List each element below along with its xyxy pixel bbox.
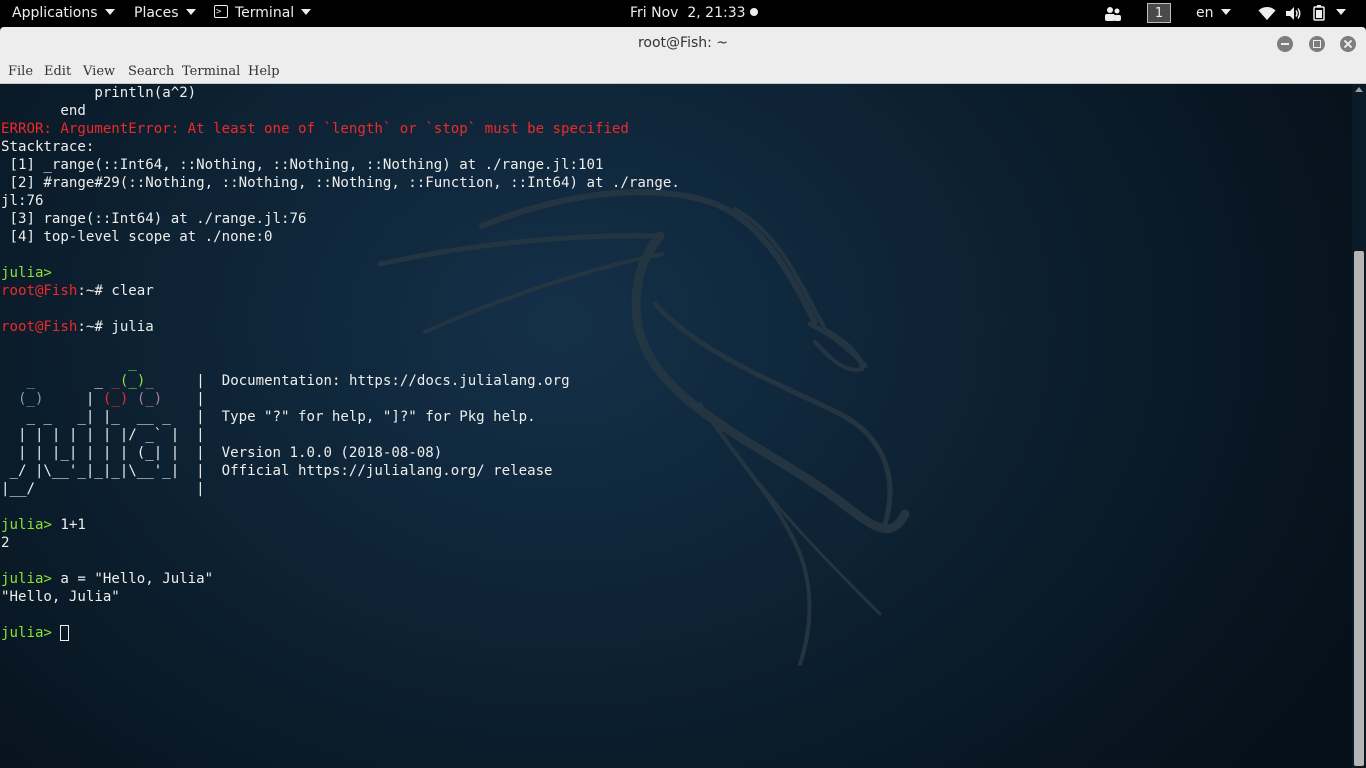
output-line: end [1, 103, 86, 119]
julia-input: 1+1 [51, 517, 86, 533]
applications-label: Applications [12, 5, 98, 21]
notification-dot-icon [749, 8, 758, 16]
top-panel: Applications Places Terminal Fri Nov 2, … [0, 0, 1366, 27]
terminal-area[interactable]: println(a^2) end ERROR: ArgumentError: At… [0, 84, 1352, 768]
scrollbar[interactable] [1352, 84, 1366, 768]
output-line: [4] top-level scope at ./none:0 [1, 229, 273, 245]
menu-search[interactable]: Search [128, 60, 174, 83]
shell-prompt-rest: :~# [77, 319, 112, 335]
output-line: println(a^2) [1, 85, 197, 101]
battery-power-icon[interactable] [1312, 4, 1330, 22]
banner-release: Official https://julialang.org/ release [221, 463, 553, 479]
volume-icon[interactable] [1285, 6, 1303, 21]
julia-output: "Hello, Julia" [1, 589, 120, 605]
titlebar[interactable]: root@Fish: ~ [0, 27, 1366, 60]
places-label: Places [134, 5, 179, 21]
julia-input: a = "Hello, Julia" [51, 571, 214, 587]
terminal-window: root@Fish: ~ File Edit View Search Termi… [0, 27, 1366, 768]
places-menu[interactable]: Places [134, 0, 196, 27]
error-line: ERROR: ArgumentError: At least one of `l… [1, 121, 629, 137]
clock[interactable]: Fri Nov 2, 21:33 [630, 0, 758, 27]
shell-prompt-user: root@Fish [1, 283, 78, 299]
menu-view[interactable]: View [83, 60, 115, 83]
terminal-app-menu[interactable]: Terminal [214, 0, 312, 27]
chevron-down-icon [1220, 9, 1231, 15]
menubar: File Edit View Search Terminal Help [0, 60, 1366, 84]
close-button[interactable] [1340, 36, 1356, 52]
shell-command: julia [111, 319, 154, 335]
julia-logo-ascii: _ [128, 355, 137, 371]
clock-label: Fri Nov 2, 21:33 [630, 5, 746, 21]
maximize-button[interactable] [1309, 36, 1325, 52]
menu-file[interactable]: File [8, 60, 33, 83]
julia-prompt: julia> [1, 265, 52, 281]
output-line: jl:76 [1, 193, 44, 209]
text-cursor [60, 625, 70, 641]
julia-output: 2 [1, 535, 10, 551]
shell-command: clear [111, 283, 154, 299]
julia-prompt: julia> [1, 571, 52, 587]
terminal-icon [214, 0, 228, 26]
menu-help[interactable]: Help [248, 60, 280, 83]
language-selector[interactable]: en [1196, 0, 1231, 27]
minimize-button[interactable] [1277, 36, 1293, 52]
wifi-icon[interactable] [1258, 6, 1276, 21]
shell-prompt-user: root@Fish [1, 319, 78, 335]
banner-doc: Documentation: https://docs.julialang.or… [221, 373, 570, 389]
scrollbar-thumb[interactable] [1354, 251, 1364, 766]
output-line: [3] range(::Int64) at ./range.jl:76 [1, 211, 307, 227]
scroll-up-arrow-icon[interactable] [1355, 87, 1363, 92]
language-label: en [1196, 5, 1214, 21]
banner-version: Version 1.0.0 (2018-08-08) [221, 445, 443, 461]
applications-menu[interactable]: Applications [12, 0, 115, 27]
banner-help: Type "?" for help, "]?" for Pkg help. [221, 409, 536, 425]
terminal-output: println(a^2) end ERROR: ArgumentError: At… [1, 85, 680, 641]
output-line: [1] _range(::Int64, ::Nothing, ::Nothing… [1, 157, 604, 173]
julia-prompt: julia> [1, 517, 52, 533]
output-line: [2] #range#29(::Nothing, ::Nothing, ::No… [1, 175, 680, 191]
menu-edit[interactable]: Edit [44, 60, 71, 83]
output-line: Stacktrace: [1, 139, 95, 155]
terminal-app-label: Terminal [235, 5, 295, 21]
system-menu-chevron-icon[interactable] [1336, 9, 1346, 15]
window-title: root@Fish: ~ [637, 35, 729, 51]
chevron-down-icon [301, 9, 312, 15]
julia-prompt: julia> [1, 625, 52, 641]
chevron-down-icon [185, 9, 196, 15]
menu-terminal[interactable]: Terminal [182, 60, 240, 83]
shell-prompt-rest: :~# [77, 283, 112, 299]
workspace-indicator[interactable]: 1 [1147, 3, 1171, 23]
people-icon[interactable] [1104, 6, 1122, 22]
chevron-down-icon [104, 9, 115, 15]
